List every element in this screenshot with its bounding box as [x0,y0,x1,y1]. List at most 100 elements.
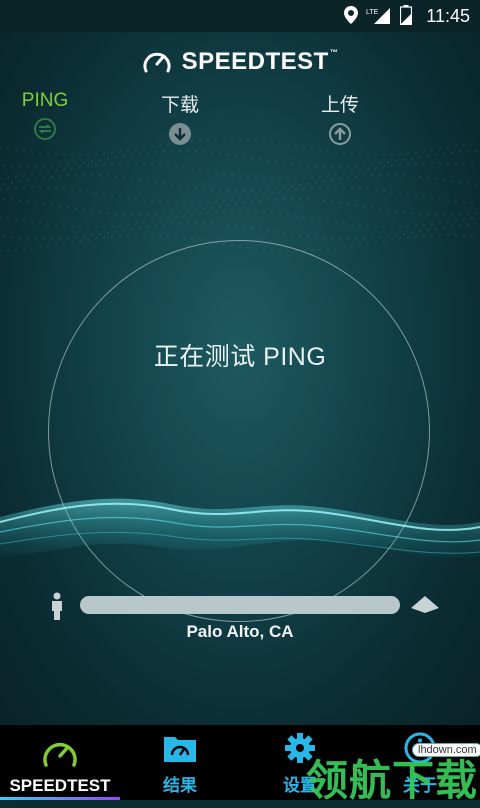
background-dot [415,225,417,227]
tab-settings[interactable]: 设置 [240,725,360,800]
tab-results[interactable]: 结果 [120,725,240,800]
background-dot [99,174,101,177]
background-dot [59,164,61,167]
background-dot [291,233,293,236]
background-dot [135,222,137,225]
background-dot [443,226,445,229]
background-dot [343,222,345,225]
background-dot [239,210,241,212]
background-dot [347,176,349,179]
background-dot [119,235,121,237]
background-dot [243,201,245,204]
upload-label: 上传 [320,95,359,116]
background-dot [223,138,225,140]
background-dot [87,238,89,241]
background-dot [315,236,317,239]
background-dot [79,166,81,168]
background-dot [303,216,305,219]
background-dot [323,237,325,240]
background-dot [235,202,237,205]
background-dot [159,201,161,203]
background-dot [371,163,373,166]
background-dot [187,210,189,213]
background-dot [475,212,477,215]
background-dot [239,197,241,200]
background-dot [115,213,117,215]
background-dot [375,154,377,156]
background-dot [71,167,73,170]
background-dot [47,152,49,155]
background-dot [411,212,413,215]
background-dot [235,190,237,192]
background-dot [283,232,285,235]
background-dot [367,225,369,228]
background-dot [15,175,17,178]
background-dot [151,200,153,203]
background-dot [351,153,353,155]
background-dot [43,202,45,205]
logo-text: SPEEDTEST [181,48,329,75]
background-dot [239,175,241,178]
background-dot [279,142,281,145]
server-location[interactable]: Palo Alto, CA [0,622,480,642]
background-dot [259,199,261,202]
background-dot [307,235,309,238]
background-dot [123,229,125,232]
background-dot [103,225,105,228]
background-dot [107,212,109,215]
background-dot [87,190,89,193]
background-dot [287,178,289,180]
background-dot [215,200,217,203]
background-dot [411,175,413,177]
background-dot [195,150,197,153]
background-dot [455,163,457,165]
background-dot [399,237,401,240]
background-dot [151,234,153,237]
background-dot [23,174,25,177]
battery-icon [400,5,413,27]
ping-icon [34,118,56,140]
background-dot [295,177,297,180]
background-dot [459,151,461,153]
background-dot [111,194,113,197]
background-dot [399,192,401,195]
background-dot [435,214,437,216]
background-dot [359,169,361,172]
background-dot [191,213,193,216]
speedtest-main: SPEEDTEST™ PING 下载 上传 正在测试 PING Palo Alt… [0,32,480,725]
background-dot [439,222,441,225]
background-dot [387,161,389,164]
background-dot [83,174,85,176]
tab-speedtest[interactable]: SPEEDTEST [0,725,120,800]
background-dot [339,166,341,168]
background-dot [59,175,61,178]
background-dot [143,221,145,224]
background-dot [391,238,393,241]
background-dot [327,220,329,223]
tab-about[interactable]: 关于 [360,725,480,800]
server-icon [411,596,439,613]
background-dot [179,150,181,152]
background-dot [75,236,77,239]
speedtest-logo: SPEEDTEST™ [0,48,480,76]
background-dot [315,199,317,201]
background-dot [383,189,385,192]
background-dot [99,233,101,236]
background-dot [19,165,21,168]
background-dot [467,223,469,226]
background-dot [463,144,465,146]
background-dot [363,164,365,167]
background-dot [0,250,1,252]
background-dot [247,176,249,179]
background-dot [79,189,81,192]
background-dot [107,157,109,160]
background-dot [71,225,73,228]
background-dot [379,174,381,177]
background-dot [87,164,89,167]
background-dot [427,154,429,157]
background-dot [267,199,269,201]
background-dot [15,218,17,221]
background-dot [335,247,337,250]
background-dot [439,148,441,150]
background-dot [471,201,473,204]
